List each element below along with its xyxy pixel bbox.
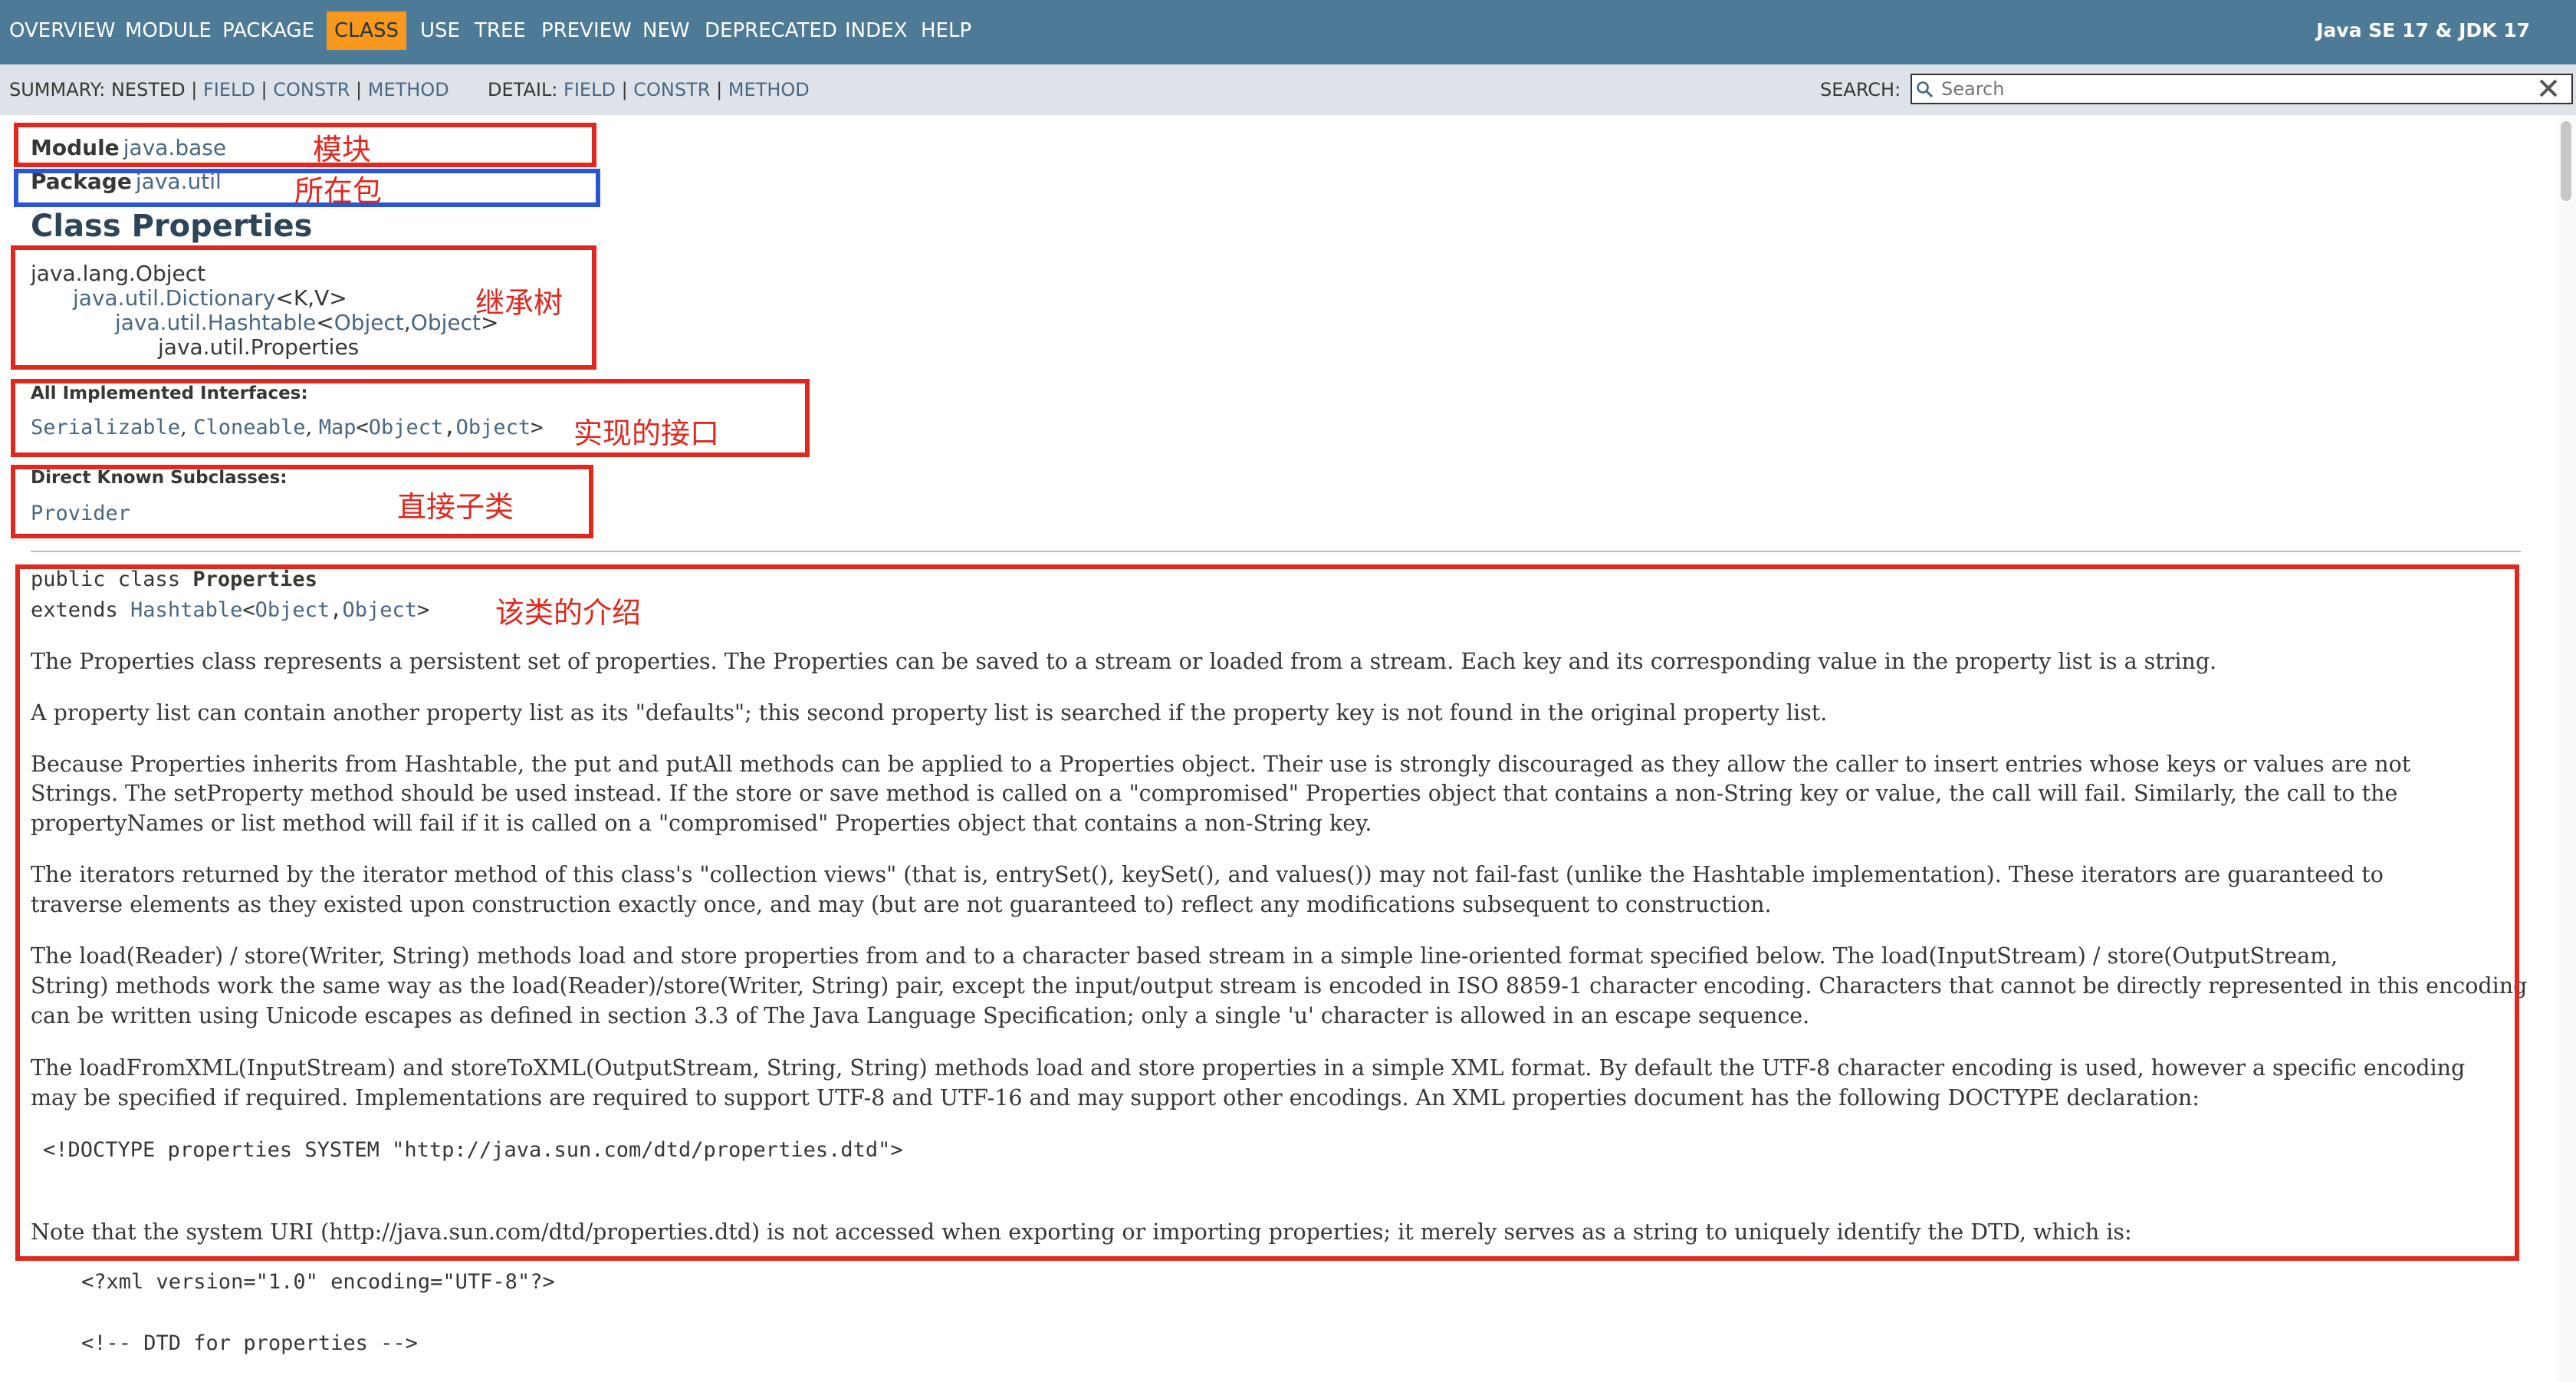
annotation-inheritance: 继承树 (475, 286, 564, 320)
page-scrollbar[interactable] (2556, 115, 2576, 1382)
nav-preview[interactable]: PREVIEW (541, 0, 632, 64)
module-highlight-box (14, 123, 596, 167)
detail-constr-link[interactable]: CONSTR (633, 79, 710, 100)
dtd-comment-code: <!-- DTD for properties --> (81, 1331, 418, 1355)
nav-overview[interactable]: OVERVIEW (9, 0, 115, 64)
page-title: Class Properties (31, 209, 313, 244)
summary-method-link[interactable]: METHOD (368, 79, 449, 100)
annotation-subclasses: 直接子类 (397, 490, 514, 524)
page-scrollbar-thumb[interactable] (2561, 121, 2571, 201)
summary-field-link[interactable]: FIELD (203, 79, 255, 100)
clear-search-icon[interactable] (2538, 77, 2559, 99)
annotation-interfaces: 实现的接口 (573, 416, 720, 450)
java-version-brand: Java SE 17 & JDK 17 (2316, 19, 2530, 41)
annotation-module: 模块 (313, 133, 372, 166)
separator: | (710, 79, 728, 100)
top-navigation-bar: OVERVIEW MODULE PACKAGE CLASS USE TREE P… (0, 0, 2576, 64)
nav-new[interactable]: NEW (642, 0, 690, 64)
separator: | (255, 79, 274, 100)
xml-declaration-code: <?xml version="1.0" encoding="UTF-8"?> (81, 1270, 555, 1294)
detail-method-link[interactable]: METHOD (728, 79, 810, 100)
nav-module[interactable]: MODULE (125, 0, 212, 64)
separator: | (350, 79, 368, 100)
summary-label: SUMMARY: NESTED | (9, 79, 203, 100)
search-label: SEARCH: (1820, 79, 1901, 100)
summary-links: SUMMARY: NESTED | FIELD | CONSTR | METHO… (9, 64, 449, 115)
separator: | (615, 79, 634, 100)
nav-package[interactable]: PACKAGE (222, 0, 314, 64)
search-input[interactable] (1911, 74, 2573, 104)
detail-field-link[interactable]: FIELD (564, 79, 616, 100)
detail-label: DETAIL: (488, 79, 564, 100)
search-icon (1917, 81, 1934, 98)
nav-class[interactable]: CLASS (327, 12, 407, 50)
nav-use[interactable]: USE (420, 0, 460, 64)
detail-links: DETAIL: FIELD | CONSTR | METHOD (488, 64, 810, 115)
section-divider (31, 551, 2521, 552)
nav-index[interactable]: INDEX (845, 0, 907, 64)
annotation-package: 所在包 (294, 174, 383, 208)
summary-constr-link[interactable]: CONSTR (273, 79, 350, 100)
intro-highlight-box (15, 564, 2519, 1261)
nav-deprecated[interactable]: DEPRECATED (705, 0, 837, 64)
nav-tree[interactable]: TREE (475, 0, 526, 64)
nav-help[interactable]: HELP (921, 0, 971, 64)
annotation-intro: 该类的介绍 (495, 596, 642, 630)
